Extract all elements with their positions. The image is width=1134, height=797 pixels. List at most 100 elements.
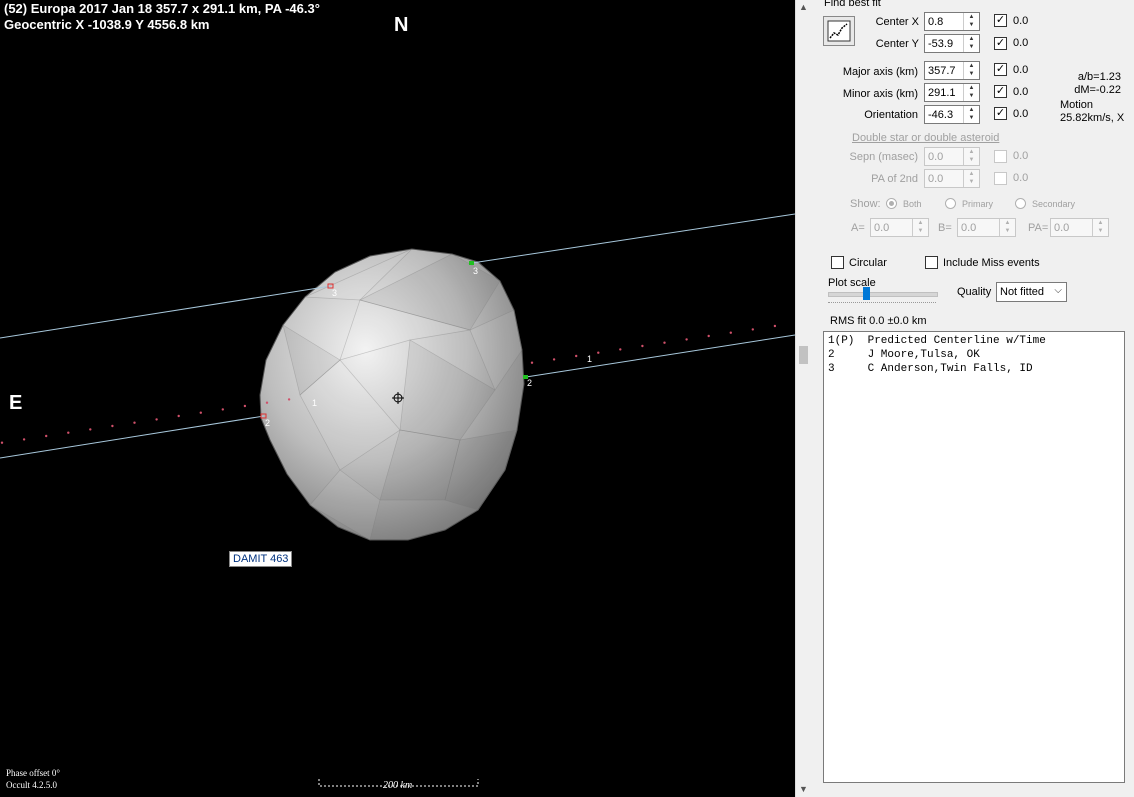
sepn-spinner[interactable]: ▲ ▼: [963, 148, 979, 165]
scroll-down-icon[interactable]: ▼: [799, 784, 808, 794]
centerline-dot: [45, 434, 48, 438]
orientation-spinner[interactable]: ▲ ▼: [963, 106, 979, 123]
a-input[interactable]: [872, 220, 915, 235]
center-x-spinner[interactable]: ▲ ▼: [963, 13, 979, 30]
find-best-fit-label: Find best fit: [824, 0, 881, 9]
b-input[interactable]: [959, 220, 1002, 235]
show-primary-radio[interactable]: [945, 198, 956, 209]
version-text: Occult 4.2.5.0: [6, 780, 57, 790]
centerline-dot: [685, 338, 688, 341]
center-y-input[interactable]: [926, 36, 966, 51]
centerline-dot: [133, 421, 136, 424]
pa-field[interactable]: ▲▼: [1050, 218, 1109, 237]
minor-axis-spinner[interactable]: ▲ ▼: [963, 84, 979, 101]
centerline-dot: [641, 344, 644, 348]
center-y-field[interactable]: ▲▼: [924, 34, 980, 53]
chord-line: [471, 213, 795, 264]
shape-model-label: DAMIT 463: [229, 551, 293, 567]
center-x-field[interactable]: ▲▼: [924, 12, 980, 31]
rms-fit-text: RMS fit 0.0 ±0.0 km: [830, 315, 927, 327]
orientation-checkbox[interactable]: ✓: [994, 107, 1007, 120]
a-field[interactable]: ▲▼: [870, 218, 929, 237]
pa-input[interactable]: [1052, 220, 1095, 235]
double-star-link[interactable]: Double star or double asteroid: [852, 132, 999, 144]
east-label: E: [9, 392, 23, 414]
pa-spinner[interactable]: ▲ ▼: [1092, 219, 1108, 236]
centerline-dot: [111, 424, 114, 428]
major-axis-field[interactable]: ▲▼: [924, 61, 980, 80]
sepn-input[interactable]: [926, 149, 966, 164]
observer-list[interactable]: 1(P) Predicted Centerline w/Time 2 J Moo…: [823, 331, 1125, 783]
minor-axis-fit: 0.0: [1013, 86, 1029, 98]
centerline-dot: [530, 361, 534, 364]
minor-axis-field[interactable]: ▲▼: [924, 83, 980, 102]
list-item[interactable]: 3 C Anderson,Twin Falls, ID: [828, 363, 1033, 375]
chord-label: 2: [265, 418, 271, 428]
pa2-label: PA of 2nd: [871, 173, 918, 185]
pa2-fit: 0.0: [1013, 172, 1029, 184]
b-spinner[interactable]: ▲ ▼: [999, 219, 1015, 236]
plot-title: (52) Europa 2017 Jan 18 357.7 x 291.1 km…: [4, 1, 320, 16]
chord-label: 3: [332, 288, 338, 298]
show-secondary-label: Secondary: [1032, 199, 1076, 209]
centerline-dot: [265, 401, 269, 404]
quality-select[interactable]: Not fitted ⌵: [996, 282, 1067, 302]
plot-scale-ticks: [828, 299, 936, 303]
pa2-field[interactable]: ▲▼: [924, 169, 980, 188]
quality-value: Not fitted: [1000, 286, 1045, 298]
chord-label: 2: [527, 378, 533, 388]
orientation-label: Orientation: [864, 109, 918, 121]
centerline-dot: [155, 418, 158, 421]
chord-line: [525, 334, 795, 378]
show-primary-label: Primary: [962, 199, 993, 209]
motion-label: Motion: [1060, 99, 1094, 111]
chart-fit-icon: [827, 20, 851, 42]
pa2-input[interactable]: [926, 171, 966, 186]
a-spinner[interactable]: ▲ ▼: [912, 219, 928, 236]
ab-ratio: a/b=1.23: [1077, 71, 1121, 83]
sepn-field[interactable]: ▲▼: [924, 147, 980, 166]
b-field[interactable]: ▲▼: [957, 218, 1016, 237]
pa-label: PA=: [1028, 222, 1049, 234]
centerline-dot: [287, 398, 291, 401]
major-axis-checkbox[interactable]: ✓: [994, 63, 1007, 76]
chord-label: 3: [473, 266, 479, 276]
vertical-scrollbar[interactable]: ▲ ▼: [795, 0, 813, 797]
plot-scale-slider[interactable]: [828, 292, 938, 297]
major-axis-spinner[interactable]: ▲ ▼: [963, 62, 979, 79]
pa2-spinner[interactable]: ▲ ▼: [963, 170, 979, 187]
circular-checkbox[interactable]: [831, 256, 844, 269]
orientation-fit: 0.0: [1013, 108, 1029, 120]
list-item[interactable]: 1(P) Predicted Centerline w/Time: [828, 335, 1046, 347]
scroll-thumb[interactable]: [799, 346, 808, 364]
center-x-checkbox[interactable]: ✓: [994, 14, 1007, 27]
centerline-dot: [575, 354, 578, 358]
sepn-checkbox[interactable]: [994, 150, 1007, 163]
center-x-label: Center X: [875, 16, 919, 28]
center-y-checkbox[interactable]: ✓: [994, 37, 1007, 50]
centerline-dot: [221, 408, 224, 411]
orientation-input[interactable]: [926, 107, 966, 122]
centerline-dot: [729, 331, 732, 334]
occultation-plot[interactable]: (52) Europa 2017 Jan 18 357.7 x 291.1 km…: [0, 0, 795, 797]
pa2-checkbox[interactable]: [994, 172, 1007, 185]
minor-axis-input[interactable]: [926, 85, 966, 100]
fit-panel: Find best fit Center X ▲▼ ✓ 0.0 Center Y…: [812, 0, 1134, 797]
find-best-fit-button[interactable]: [823, 16, 855, 46]
minor-axis-checkbox[interactable]: ✓: [994, 85, 1007, 98]
geocentric-coordinates: Geocentric X -1038.9 Y 4556.8 km: [4, 17, 210, 32]
major-axis-input[interactable]: [926, 63, 966, 78]
scroll-up-icon[interactable]: ▲: [799, 2, 808, 12]
show-secondary-radio[interactable]: [1015, 198, 1026, 209]
center-x-input[interactable]: [926, 14, 966, 29]
centerline-dot: [552, 358, 556, 361]
orientation-field[interactable]: ▲▼: [924, 105, 980, 124]
center-x-fit: 0.0: [1013, 15, 1029, 27]
list-item[interactable]: 2 J Moore,Tulsa, OK: [828, 349, 980, 361]
motion-value: 25.82km/s, X: [1060, 112, 1125, 124]
centerline-dot: [707, 334, 710, 338]
major-axis-label: Major axis (km): [842, 66, 918, 78]
include-miss-checkbox[interactable]: [925, 256, 938, 269]
show-both-radio[interactable]: [886, 198, 897, 209]
center-y-spinner[interactable]: ▲ ▼: [963, 35, 979, 52]
